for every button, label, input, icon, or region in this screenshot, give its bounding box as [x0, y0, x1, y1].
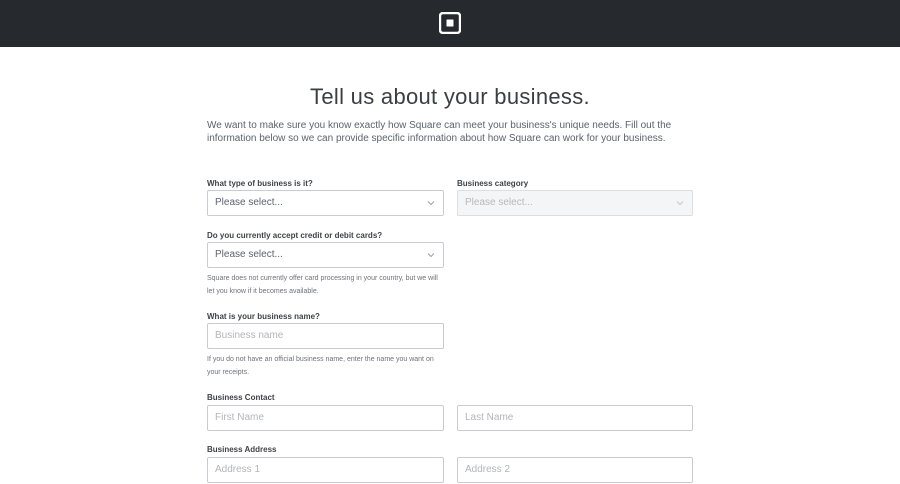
- business-name-placeholder: Business name: [215, 330, 284, 341]
- last-name-input[interactable]: Last Name: [457, 405, 693, 431]
- chevron-down-icon: [427, 253, 435, 258]
- business-name-input[interactable]: Business name: [207, 323, 444, 349]
- chevron-down-icon: [676, 201, 684, 206]
- card-payments-value: Please select...: [215, 249, 283, 260]
- address-2-input[interactable]: Address 2: [457, 457, 693, 483]
- business-type-select[interactable]: Please select...: [207, 190, 444, 216]
- first-name-input[interactable]: First Name: [207, 405, 444, 431]
- business-name-label: What is your business name?: [207, 312, 320, 321]
- address-1-placeholder: Address 1: [215, 464, 261, 475]
- page-title: Tell us about your business.: [310, 84, 590, 109]
- business-name-help: If you do not have an official business …: [207, 356, 434, 376]
- chevron-down-icon: [427, 201, 435, 206]
- card-payments-select[interactable]: Please select...: [207, 242, 444, 268]
- business-type-label: What type of business is it?: [207, 179, 313, 188]
- business-address-label: Business Address: [207, 445, 277, 454]
- last-name-placeholder: Last Name: [465, 412, 514, 423]
- square-logo-icon[interactable]: [439, 12, 461, 34]
- first-name-placeholder: First Name: [215, 412, 264, 423]
- card-payments-label: Do you currently accept credit or debit …: [207, 231, 383, 240]
- business-category-value: Please select...: [465, 197, 533, 208]
- top-header-bar: [0, 0, 900, 47]
- intro-text: We want to make sure you know exactly ho…: [207, 120, 672, 144]
- business-category-select[interactable]: Please select...: [457, 190, 693, 216]
- business-category-label: Business category: [457, 179, 529, 188]
- business-type-value: Please select...: [215, 197, 283, 208]
- card-payments-help: Square does not currently offer card pro…: [207, 275, 438, 295]
- address-2-placeholder: Address 2: [465, 464, 511, 475]
- address-1-input[interactable]: Address 1: [207, 457, 444, 483]
- business-contact-label: Business Contact: [207, 393, 275, 402]
